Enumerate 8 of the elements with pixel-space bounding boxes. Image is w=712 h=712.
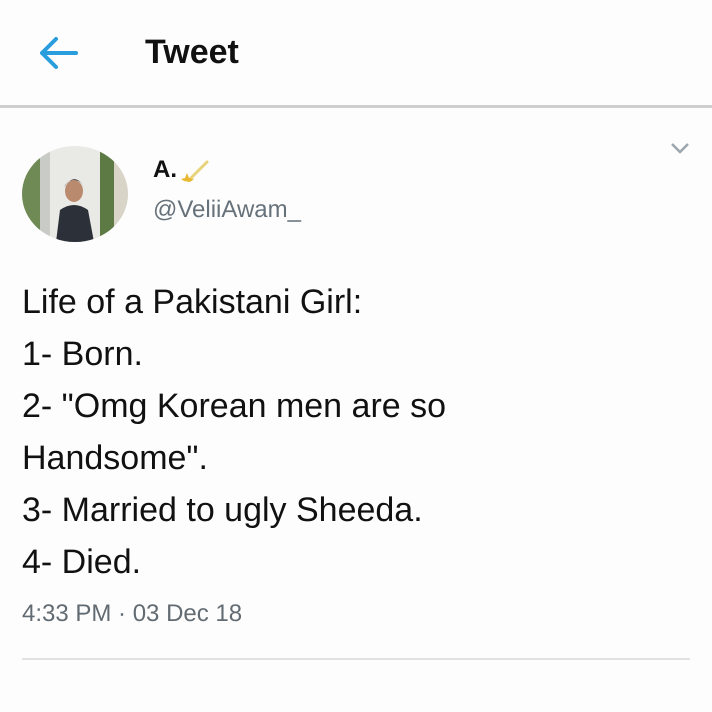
display-name: A. <box>153 156 177 184</box>
chevron-down-icon[interactable] <box>670 142 690 154</box>
username: @VeliiAwam_ <box>153 196 301 224</box>
shooting-star-icon <box>179 158 209 182</box>
back-arrow-icon[interactable] <box>38 36 78 70</box>
page-title: Tweet <box>145 33 239 72</box>
timestamp: 4:33 PM · 03 Dec 18 <box>22 600 242 628</box>
tweet-text: Life of a Pakistani Girl: 1- Born. 2- "Omg Korean men are so Handsome". 3- Married to ugly Sheeda. 4- Died. <box>22 282 448 583</box>
